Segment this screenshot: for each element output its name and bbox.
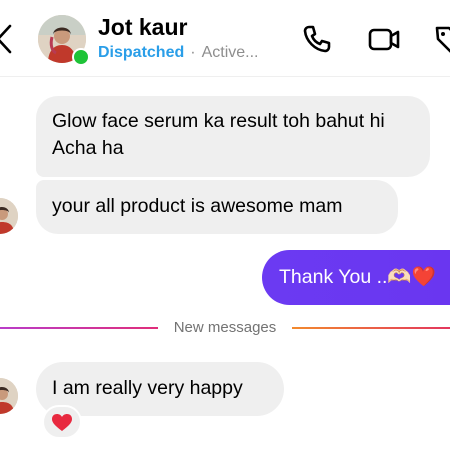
video-camera-icon[interactable] <box>367 22 401 56</box>
new-messages-divider-line-right <box>292 327 450 329</box>
new-messages-label: New messages <box>173 319 277 336</box>
contact-name[interactable]: Jot kaur <box>98 14 187 41</box>
tag-icon[interactable] <box>432 22 450 56</box>
new-messages-divider-line-left <box>0 327 158 329</box>
activity-status: Active... <box>201 44 259 61</box>
sender-avatar[interactable] <box>0 198 18 234</box>
chat-header: Jot kaur Dispatched · Active... <box>0 0 450 76</box>
online-status-dot <box>72 48 90 66</box>
back-chevron-icon[interactable] <box>0 22 18 56</box>
heart-reaction[interactable] <box>42 405 82 439</box>
incoming-message[interactable]: your all product is awesome mam <box>36 180 398 234</box>
contact-avatar[interactable] <box>38 15 90 66</box>
header-divider <box>0 76 450 77</box>
subline-separator: · <box>190 44 196 61</box>
status-label: Dispatched <box>98 44 185 61</box>
incoming-message[interactable]: Glow face serum ka result toh bahut hi A… <box>36 96 430 177</box>
sender-avatar[interactable] <box>0 378 18 414</box>
phone-icon[interactable] <box>300 22 334 56</box>
contact-subline: Dispatched · Active... <box>98 44 258 62</box>
outgoing-message[interactable]: Thank You ..🫶🏻❤️ <box>262 250 450 305</box>
heart-icon <box>52 414 72 431</box>
